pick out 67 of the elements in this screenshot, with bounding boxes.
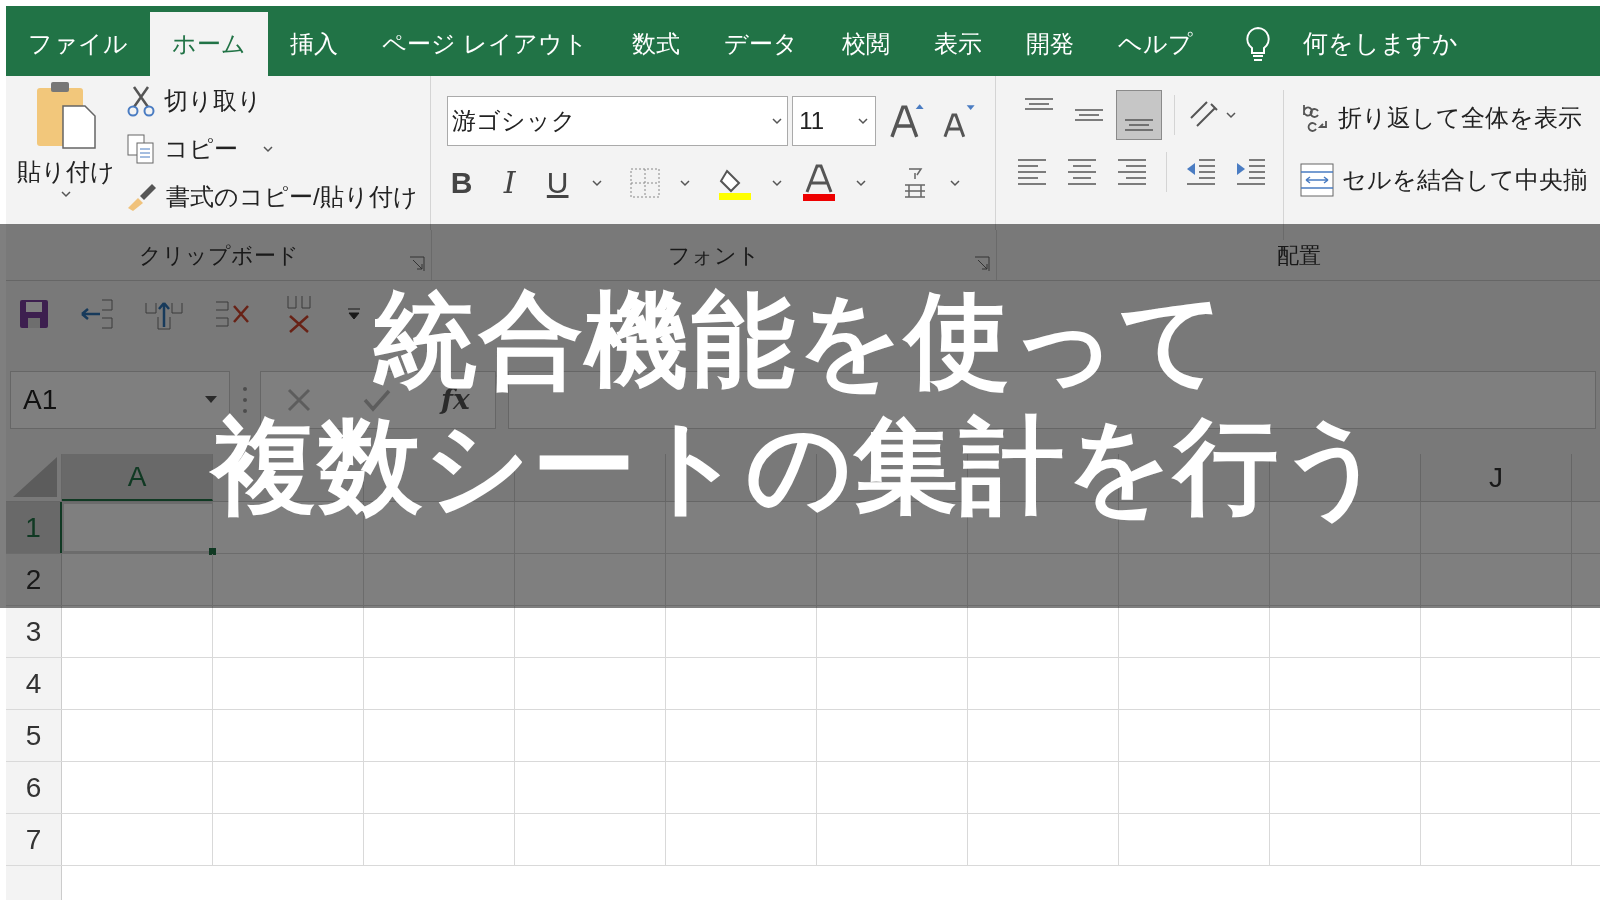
ribbon-tab[interactable]: 表示 [911, 12, 1004, 76]
scissors-icon [126, 85, 156, 117]
row-header[interactable] [6, 866, 62, 900]
row-header[interactable]: 6 [6, 762, 62, 813]
align-icon[interactable] [1015, 156, 1048, 188]
wrap-text-button[interactable]: 折り返して全体を表示 [1299, 96, 1587, 140]
align-icon[interactable] [1115, 156, 1148, 188]
caret-icon [205, 396, 217, 404]
chevron-icon[interactable] [856, 117, 869, 125]
chevron-icon[interactable] [771, 117, 784, 125]
fill-handle[interactable] [209, 548, 216, 555]
underline-button[interactable]: U [542, 160, 573, 205]
chevron-icon[interactable] [60, 190, 72, 198]
ribbon-tab[interactable]: 開発 [1003, 12, 1096, 76]
borders-icon[interactable] [628, 166, 661, 199]
row-header[interactable]: 3 [6, 606, 62, 657]
cancel-icon[interactable] [286, 387, 313, 413]
ribbon-tab[interactable]: ホーム [150, 12, 268, 76]
chevron-icon[interactable] [262, 145, 274, 153]
paintbrush-icon [126, 182, 158, 212]
ribbon-tab[interactable]: 校閲 [819, 12, 912, 76]
font-name-field[interactable]: 游ゴシック [446, 96, 789, 146]
dialog-launcher-icon[interactable] [409, 256, 425, 272]
align-icon [1072, 109, 1105, 121]
tell-me-field[interactable]: 何をしますか [1302, 25, 1458, 63]
ribbon-tab[interactable]: ページ レイアウト [360, 12, 610, 76]
dialog-launcher-icon[interactable] [974, 256, 990, 272]
group-label: クリップボード [138, 241, 299, 270]
chevron-icon[interactable] [854, 178, 867, 187]
group-label: フォント [668, 241, 760, 270]
cut-button[interactable]: 切り取り [126, 80, 418, 122]
bold-button[interactable]: B [446, 160, 477, 205]
merge-cells-icon [1299, 163, 1334, 197]
font-color-icon[interactable] [800, 163, 837, 202]
chevron-icon[interactable] [590, 178, 603, 187]
ribbon-tab[interactable]: データ [701, 12, 820, 76]
decrease-indent-icon[interactable] [1184, 156, 1217, 188]
chevron-icon[interactable] [948, 178, 961, 187]
lightbulb-icon[interactable] [1244, 26, 1271, 62]
chevron-icon[interactable] [770, 178, 783, 187]
chevron-icon[interactable] [678, 178, 691, 187]
format-painter-button[interactable]: 書式のコピー/貼り付け [126, 176, 418, 218]
italic-button[interactable]: I [494, 160, 525, 205]
ribbon-tab[interactable]: 数式 [609, 12, 702, 76]
align-button[interactable] [1115, 90, 1162, 140]
copy-icon [126, 133, 156, 165]
row-header[interactable]: 5 [6, 710, 62, 761]
group-label: 配置 [1276, 241, 1321, 270]
row-header[interactable]: 7 [6, 814, 62, 865]
font-size-field[interactable]: 11 [792, 96, 876, 146]
ribbon-tab[interactable]: ヘルプ [1095, 12, 1215, 76]
align-icon [1122, 119, 1155, 131]
align-icon [1022, 98, 1055, 110]
ribbon-tab[interactable]: 挿入 [268, 12, 360, 76]
row-header[interactable]: 2 [6, 554, 62, 605]
grip-icon [242, 386, 248, 414]
copy-button[interactable]: コピー [126, 128, 418, 170]
column-header[interactable]: J [1421, 454, 1572, 501]
customize-toolbar-icon[interactable] [346, 306, 362, 321]
increase-indent-icon[interactable] [1234, 156, 1267, 188]
align-icon[interactable] [1065, 156, 1098, 188]
merge-center-button[interactable]: セルを結合して中央揃 [1299, 158, 1587, 202]
row-header[interactable]: 4 [6, 658, 62, 709]
save-icon[interactable] [18, 297, 50, 330]
chevron-icon[interactable] [1224, 111, 1237, 119]
paste-button[interactable]: 貼り付け [18, 80, 114, 230]
ribbon-tab[interactable]: ファイル [6, 12, 150, 76]
